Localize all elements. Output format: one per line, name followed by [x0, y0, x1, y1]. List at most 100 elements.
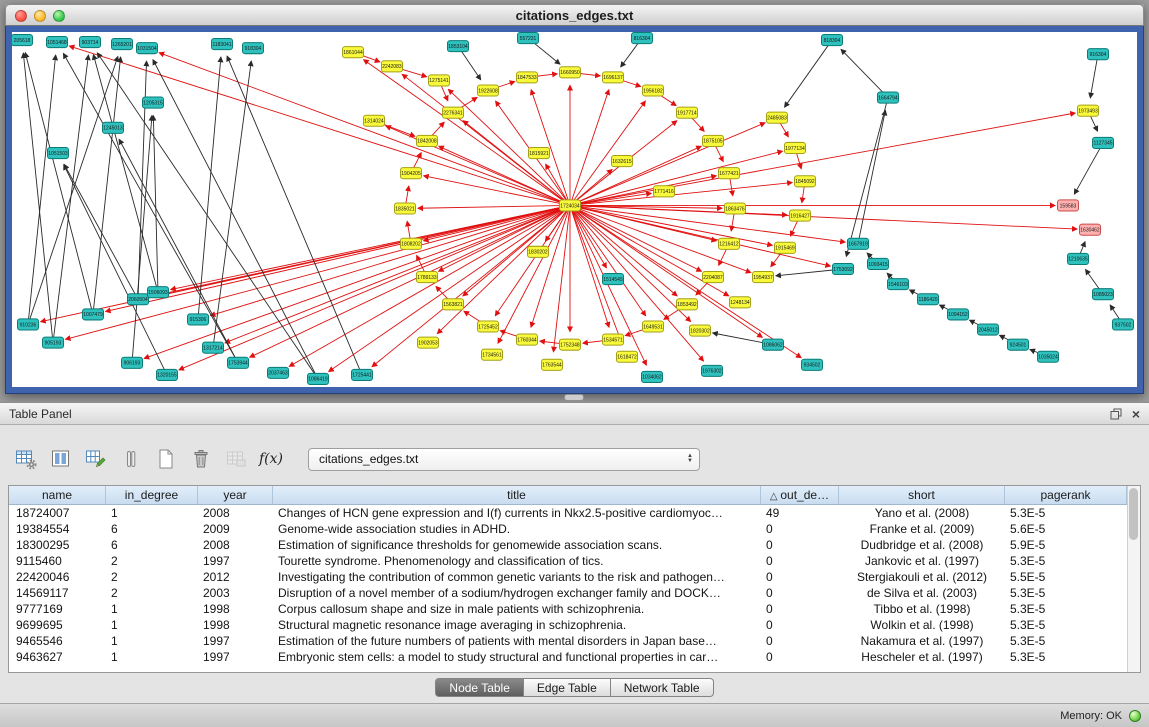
- graph-node[interactable]: 1035024: [1038, 351, 1059, 362]
- scrollbar-thumb[interactable]: [1129, 488, 1138, 540]
- graph-node[interactable]: 1660950: [560, 67, 581, 78]
- graph-node[interactable]: 1789133: [417, 272, 438, 283]
- table-row[interactable]: 1872400712008Changes of HCN gene express…: [9, 505, 1127, 521]
- graph-node[interactable]: 2060504: [128, 294, 149, 305]
- column-header-in_degree[interactable]: in_degree: [106, 486, 198, 504]
- graph-node[interactable]: 1085023: [1093, 289, 1114, 300]
- tab-edge-table[interactable]: Edge Table: [524, 678, 611, 697]
- graph-node[interactable]: 1760344: [517, 334, 538, 345]
- graph-node[interactable]: 1752348: [560, 339, 581, 350]
- graph-node[interactable]: 918304: [243, 43, 264, 54]
- graph-node[interactable]: 1051503: [48, 147, 69, 158]
- table-row[interactable]: 911546021997Tourette syndrome. Phenomeno…: [9, 553, 1127, 569]
- graph-node[interactable]: 1051468: [47, 37, 68, 48]
- table-row[interactable]: 1830029562008Estimation of significance …: [9, 537, 1127, 553]
- window-titlebar[interactable]: citations_edges.txt: [5, 4, 1144, 26]
- close-window-button[interactable]: [15, 10, 27, 22]
- graph-node[interactable]: 1902053: [418, 337, 439, 348]
- zoom-window-button[interactable]: [53, 10, 65, 22]
- close-panel-button[interactable]: ×: [1132, 408, 1140, 420]
- graph-node[interactable]: 818304: [822, 35, 843, 46]
- graph-node[interactable]: 1835021: [395, 203, 416, 214]
- graph-node[interactable]: 557231: [518, 33, 539, 44]
- graph-node[interactable]: 1034062: [642, 371, 663, 382]
- graph-node[interactable]: 937502: [1113, 319, 1134, 330]
- table-row[interactable]: 2242004622012Investigating the contribut…: [9, 569, 1127, 585]
- vertical-scrollbar[interactable]: [1127, 486, 1140, 672]
- graph-node[interactable]: 1086062: [763, 339, 784, 350]
- graph-node[interactable]: 1664794: [878, 92, 899, 103]
- graph-node[interactable]: 1649531: [643, 321, 664, 332]
- graph-node[interactable]: 1845092: [795, 176, 816, 187]
- graph-node[interactable]: 1317214: [203, 342, 224, 353]
- graph-node[interactable]: 1546103: [888, 279, 909, 290]
- graph-node[interactable]: 1863476: [725, 203, 746, 214]
- graph-node[interactable]: 1853104: [448, 41, 469, 52]
- graph-node[interactable]: 1667919: [848, 238, 869, 249]
- graph-node[interactable]: 1506093: [148, 287, 169, 298]
- graph-node[interactable]: 1265201: [112, 39, 133, 50]
- graph-node[interactable]: 1954937: [753, 272, 774, 283]
- graph-node[interactable]: 1724034: [560, 200, 581, 211]
- graph-node[interactable]: 1094152: [948, 309, 969, 320]
- graph-node[interactable]: 1916427: [790, 210, 811, 221]
- graph-node[interactable]: 1853492: [677, 299, 698, 310]
- graph-node[interactable]: 1186420: [918, 294, 939, 305]
- table-row[interactable]: 946554611997Estimation of the future num…: [9, 633, 1127, 649]
- graph-node[interactable]: 1830202: [528, 246, 549, 257]
- column-header-name[interactable]: name: [9, 486, 106, 504]
- graph-node[interactable]: 1808202: [401, 238, 422, 249]
- graph-node[interactable]: 910236: [18, 319, 39, 330]
- graph-node[interactable]: 1632615: [612, 156, 633, 167]
- graph-node[interactable]: 1915469: [775, 242, 796, 253]
- graph-node[interactable]: 2242083: [382, 61, 403, 72]
- float-panel-button[interactable]: [1110, 408, 1122, 420]
- graph-node[interactable]: 1973493: [1078, 105, 1099, 116]
- graph-node[interactable]: 1734561: [482, 349, 503, 360]
- graph-node[interactable]: 924501: [1008, 339, 1029, 350]
- graph-node[interactable]: 906193: [122, 357, 143, 368]
- column-header-year[interactable]: year: [198, 486, 273, 504]
- graph-node[interactable]: 1216412: [719, 238, 740, 249]
- graph-node[interactable]: 903714: [80, 37, 101, 48]
- column-header-short[interactable]: short: [839, 486, 1005, 504]
- graph-node[interactable]: 1205315: [143, 97, 164, 108]
- network-view[interactable]: 1724034186347612164122204087185349216495…: [12, 32, 1137, 387]
- graph-node[interactable]: 1007479: [83, 309, 104, 320]
- network-selector[interactable]: citations_edges.txt ▲▼: [308, 448, 700, 471]
- graph-node[interactable]: 1977134: [785, 142, 806, 153]
- new-column-button[interactable]: [152, 445, 180, 473]
- graph-node[interactable]: 1677421: [719, 168, 740, 179]
- graph-node[interactable]: 1861044: [343, 47, 364, 58]
- graph-node[interactable]: 1127345: [1093, 137, 1114, 148]
- column-header-pagerank[interactable]: pagerank: [1005, 486, 1127, 504]
- graph-node[interactable]: 2045012: [978, 324, 999, 335]
- graph-node[interactable]: 1842008: [417, 135, 438, 146]
- graph-node[interactable]: 934502: [802, 359, 823, 370]
- delete-column-button[interactable]: [187, 445, 215, 473]
- show-columns-button[interactable]: [47, 445, 75, 473]
- tab-network-table[interactable]: Network Table: [611, 678, 714, 697]
- graph-node[interactable]: 2037463: [268, 367, 289, 378]
- graph-node[interactable]: 1922608: [478, 85, 499, 96]
- graph-node[interactable]: 1093415: [868, 258, 889, 269]
- graph-node[interactable]: 1275141: [429, 75, 450, 86]
- graph-node[interactable]: 1696137: [603, 72, 624, 83]
- graph-node[interactable]: 2276341: [443, 107, 464, 118]
- graph-node[interactable]: 1183041: [212, 39, 233, 50]
- graph-node[interactable]: 915306: [188, 314, 209, 325]
- graph-node[interactable]: 1210635: [1068, 253, 1089, 264]
- graph-node[interactable]: 1847533: [517, 72, 538, 83]
- edit-table-button[interactable]: [82, 445, 110, 473]
- graph-node[interactable]: 1956182: [643, 85, 664, 96]
- graph-node[interactable]: 1320155: [157, 369, 178, 380]
- table-row[interactable]: 946362711997Embryonic stem cells: a mode…: [9, 649, 1127, 665]
- column-header-title[interactable]: title: [273, 486, 761, 504]
- tab-node-table[interactable]: Node Table: [435, 678, 524, 697]
- graph-node[interactable]: 1904205: [401, 168, 422, 179]
- graph-node[interactable]: 1753092: [833, 263, 854, 274]
- graph-node[interactable]: 159583: [1058, 200, 1079, 211]
- graph-node[interactable]: 1820302: [690, 325, 711, 336]
- graph-node[interactable]: 205618: [12, 35, 33, 46]
- graph-node[interactable]: 1618472: [617, 351, 638, 362]
